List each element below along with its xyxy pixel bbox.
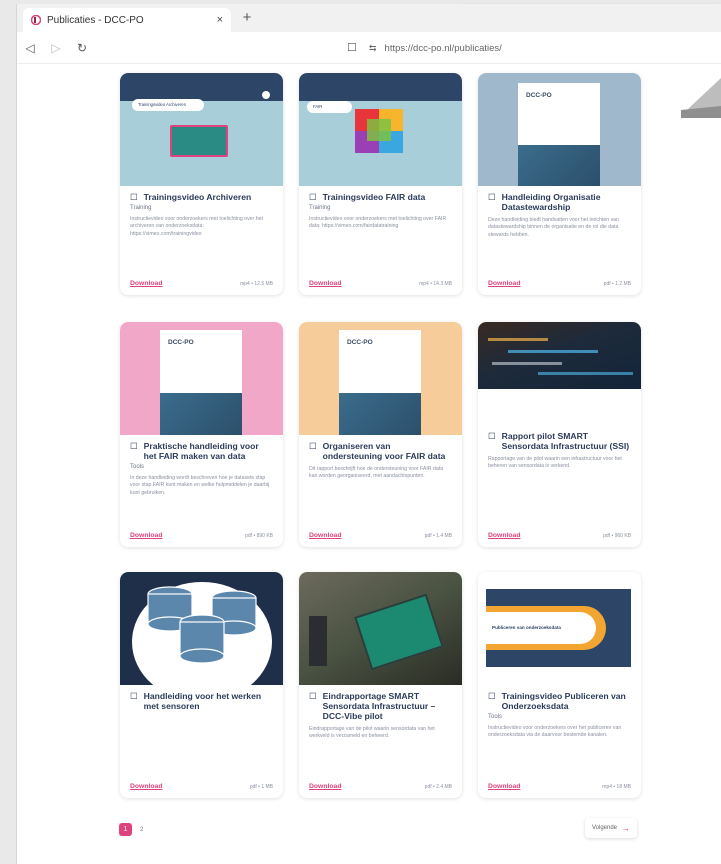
arrow-right-icon: →	[621, 823, 631, 833]
card-title[interactable]: Handleiding voor het werken met sensoren	[144, 691, 273, 711]
download-link[interactable]: Download	[309, 532, 341, 539]
document-icon: ☐	[309, 441, 317, 451]
document-icon: ☐	[309, 192, 317, 202]
publication-card: ☐ Eindrapportage SMART Sensordata Infrast…	[299, 572, 462, 798]
card-description: Rapportage van de pilot waarin een infra…	[488, 456, 622, 470]
cover-logo: DCC-PO	[526, 92, 552, 99]
file-size: pdf • 1 MB	[249, 783, 273, 790]
back-icon[interactable]: ◁	[17, 41, 43, 55]
thumb-banner: Trainingsvideo Archiveren	[132, 99, 204, 111]
file-size: pdf • 2.4 MB	[424, 783, 452, 790]
address-bar[interactable]: ⇆ https://dcc-po.nl/publicaties/	[369, 39, 502, 57]
card-title[interactable]: Praktische handleiding voor het FAIR mak…	[144, 441, 273, 461]
file-size: mp4 • 18 MB	[602, 783, 631, 790]
tab-title: Publicaties - DCC-PO	[47, 14, 144, 26]
download-link[interactable]: Download	[309, 783, 341, 790]
card-title[interactable]: Trainingsvideo FAIR data	[323, 192, 426, 202]
card-meta: Tools	[488, 714, 503, 720]
download-link[interactable]: Download	[130, 532, 162, 539]
card-thumbnail	[120, 572, 283, 685]
card-thumbnail: Publiceren van onderzoeksdata	[478, 572, 641, 685]
card-thumbnail	[299, 572, 462, 685]
download-link[interactable]: Download	[488, 280, 520, 287]
publication-card: ☐ Handleiding voor het werken met sensore…	[120, 572, 283, 798]
document-icon: ☐	[309, 691, 317, 701]
card-title[interactable]: Trainingsvideo Publiceren van Onderzoeks…	[502, 691, 631, 711]
card-title[interactable]: Organiseren van ondersteuning voor FAIR …	[323, 441, 452, 461]
pagination: 1 2	[119, 823, 143, 836]
side-overlay-shape	[681, 78, 721, 118]
url-text: https://dcc-po.nl/publicaties/	[384, 42, 502, 54]
forward-icon[interactable]: ▷	[43, 41, 69, 55]
publication-card: Publiceren van onderzoeksdata ☐ Trainings…	[478, 572, 641, 798]
card-description: In deze handleiding wordt beschreven hoe…	[130, 475, 270, 496]
document-icon: ☐	[130, 192, 138, 202]
card-thumbnail	[478, 322, 641, 389]
publication-card: DCC-PO ☐ Handleiding Organisatie Datastew…	[478, 73, 641, 295]
card-title[interactable]: Eindrapportage SMART Sensordata Infrastr…	[323, 691, 452, 721]
card-meta: Training	[130, 205, 152, 211]
page-current[interactable]: 1	[119, 823, 132, 836]
card-thumbnail: FAIR	[299, 73, 462, 186]
site-info-icon[interactable]: ⇆	[369, 43, 377, 54]
card-description: Instructievideo voor onderzoekers met to…	[130, 216, 263, 237]
file-size: pdf • 890 KB	[245, 532, 273, 539]
file-size: mp4 • 12.5 MB	[240, 280, 273, 287]
next-page-button[interactable]: Volgende →	[585, 818, 637, 838]
publication-card: ☐ Rapport pilot SMART Sensordata Infrastr…	[478, 322, 641, 547]
document-icon: ☐	[130, 691, 138, 701]
card-title[interactable]: Trainingsvideo Archiveren	[144, 192, 252, 202]
card-thumbnail: Trainingsvideo Archiveren	[120, 73, 283, 186]
card-description: Eindrapportage van de pilot waarin senso…	[309, 726, 435, 740]
file-size: pdf • 960 KB	[603, 532, 631, 539]
publication-card: FAIR ☐ Trainingsvideo FAIR data Training …	[299, 73, 462, 295]
page-link[interactable]: 2	[140, 827, 143, 833]
card-description: Dit rapport beschrijft hoe de ondersteun…	[309, 466, 444, 480]
browser-tab[interactable]: Publicaties - DCC-PO ×	[23, 8, 231, 32]
bookmark-icon[interactable]: ☐	[347, 41, 357, 54]
browser-toolbar: ◁ ▷ ↻ ☐ ⇆ https://dcc-po.nl/publicaties/	[17, 32, 721, 64]
card-thumbnail: DCC-PO	[478, 73, 641, 186]
card-title[interactable]: Rapport pilot SMART Sensordata Infrastru…	[502, 431, 631, 451]
card-thumbnail: DCC-PO	[299, 322, 462, 435]
card-thumbnail: DCC-PO	[120, 322, 283, 435]
download-link[interactable]: Download	[488, 783, 520, 790]
publication-card: DCC-PO ☐ Organiseren van ondersteuning vo…	[299, 322, 462, 547]
cover-logo: DCC-PO	[347, 339, 373, 346]
document-icon: ☐	[488, 192, 496, 202]
card-meta: Tools	[130, 464, 145, 470]
publication-card: Trainingsvideo Archiveren ☐ Trainingsvide…	[120, 73, 283, 295]
file-size: pdf • 1.2 MB	[603, 280, 631, 287]
download-link[interactable]: Download	[130, 783, 162, 790]
card-title[interactable]: Handleiding Organisatie Datastewardship	[502, 192, 631, 212]
tab-close-icon[interactable]: ×	[217, 14, 223, 26]
publication-card: DCC-PO ☐ Praktische handleiding voor het …	[120, 322, 283, 547]
card-description: Instructievideo voor onderzoekers met to…	[309, 216, 447, 230]
card-description: Instructievideo voor onderzoekers over h…	[488, 725, 622, 739]
card-meta: Training	[309, 205, 331, 211]
thumb-banner: FAIR	[307, 101, 352, 113]
download-link[interactable]: Download	[130, 280, 162, 287]
cover-logo: DCC-PO	[168, 339, 194, 346]
document-icon: ☐	[488, 431, 496, 441]
tab-bar: Publicaties - DCC-PO × +	[17, 4, 721, 32]
file-size: mp4 • 14.3 MB	[419, 280, 452, 287]
file-size: pdf • 1.4 MB	[424, 532, 452, 539]
new-tab-button[interactable]: +	[237, 9, 257, 26]
thumb-banner: Publiceren van onderzoeksdata	[486, 612, 596, 644]
reload-icon[interactable]: ↻	[69, 41, 95, 55]
download-link[interactable]: Download	[488, 532, 520, 539]
site-favicon-icon	[31, 15, 41, 25]
card-description: Deze handleiding biedt handvatten voor h…	[488, 217, 619, 238]
document-icon: ☐	[130, 441, 138, 451]
next-label: Volgende	[591, 825, 618, 831]
document-icon: ☐	[488, 691, 496, 701]
download-link[interactable]: Download	[309, 280, 341, 287]
